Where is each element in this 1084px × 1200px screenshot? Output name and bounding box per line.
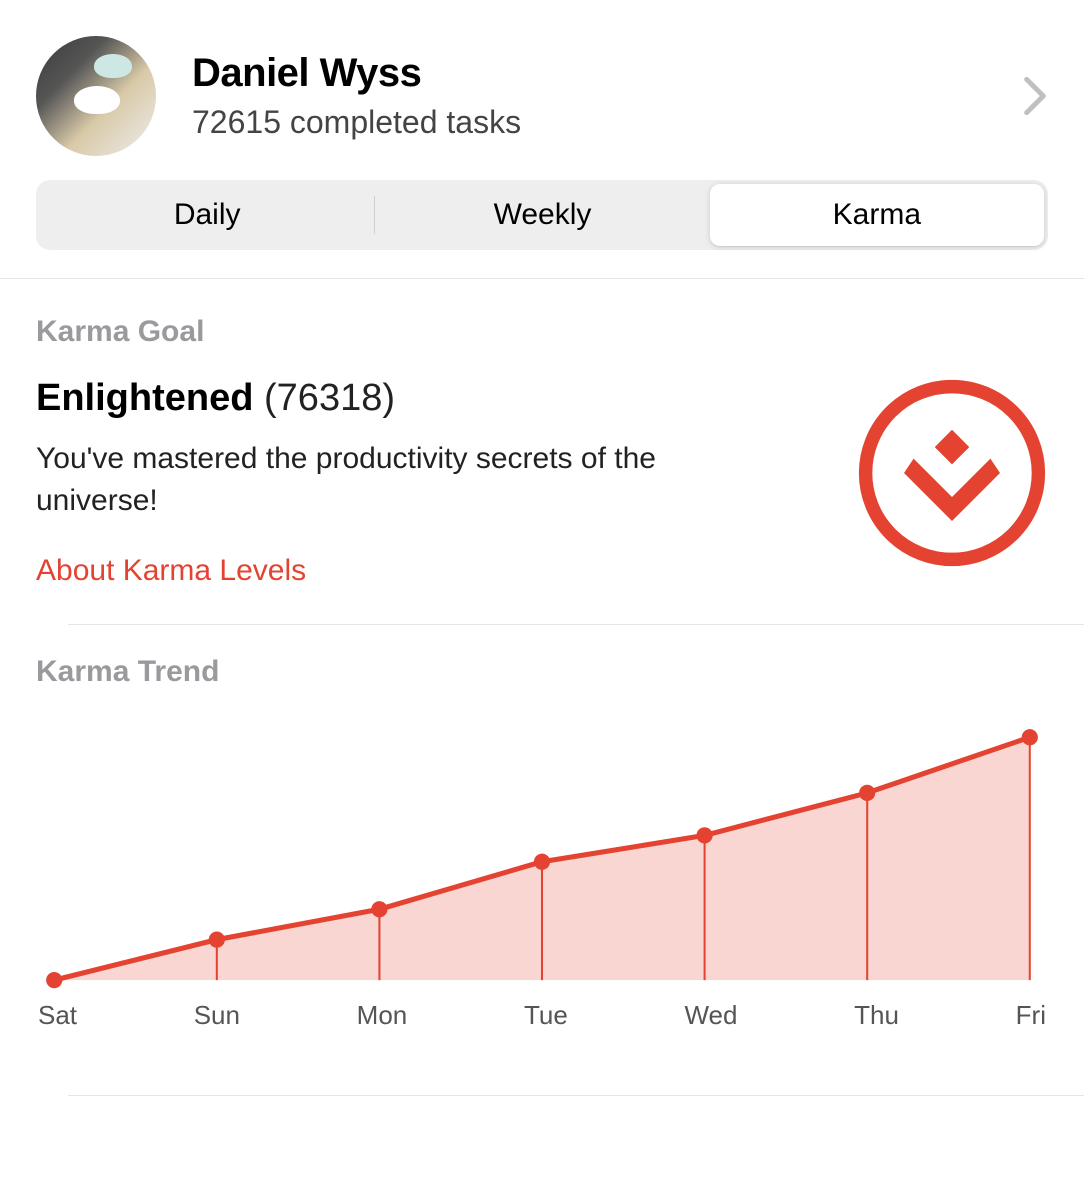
chart-x-label: Fri: [1016, 1000, 1046, 1031]
profile-text: Daniel Wyss 72615 completed tasks: [192, 51, 986, 141]
karma-level-name: Enlightened: [36, 377, 253, 419]
chevron-right-icon: [1022, 76, 1048, 116]
tab-daily[interactable]: Daily: [40, 184, 374, 246]
chart-x-label: Mon: [357, 1000, 408, 1031]
chart-x-label: Tue: [524, 1000, 568, 1031]
karma-goal-title: Karma Goal: [36, 315, 1048, 349]
chart-x-label: Wed: [684, 1000, 737, 1031]
avatar: [36, 36, 156, 156]
profile-header[interactable]: Daniel Wyss 72615 completed tasks: [0, 0, 1084, 180]
about-karma-link[interactable]: About Karma Levels: [36, 554, 826, 588]
profile-name: Daniel Wyss: [192, 51, 986, 96]
chart-x-label: Thu: [854, 1000, 899, 1031]
segmented-control: Daily Weekly Karma: [36, 180, 1048, 250]
divider: [68, 1095, 1084, 1096]
karma-trend-chart: Sat Sun Mon Tue Wed Thu Fri: [0, 717, 1084, 1031]
tab-karma[interactable]: Karma: [710, 184, 1044, 246]
karma-badge-icon: [856, 377, 1048, 569]
chart-x-label: Sun: [194, 1000, 240, 1031]
karma-points: (76318): [264, 377, 395, 419]
karma-description: You've mastered the productivity secrets…: [36, 438, 656, 522]
karma-level-heading: Enlightened (76318): [36, 377, 826, 420]
karma-trend-title: Karma Trend: [36, 655, 1048, 689]
tab-weekly[interactable]: Weekly: [375, 184, 709, 246]
chart-x-label: Sat: [38, 1000, 77, 1031]
profile-subtitle: 72615 completed tasks: [192, 104, 986, 141]
